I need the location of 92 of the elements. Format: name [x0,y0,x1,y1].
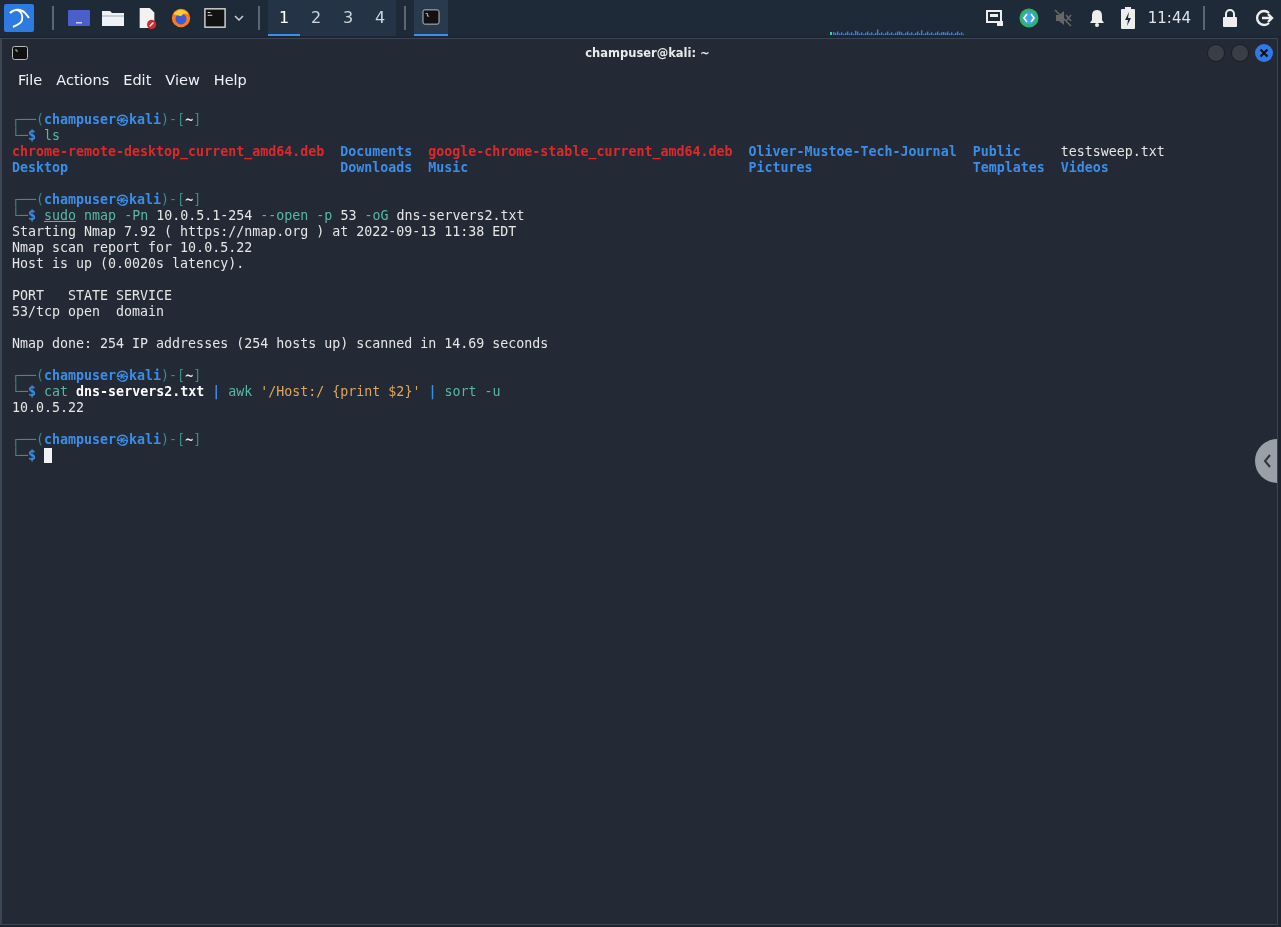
prompt-path: ~ [185,112,194,127]
prompt-frame: ┌──( [12,432,45,447]
terminal-icon [422,9,440,25]
command-option: -p [316,208,333,223]
command-name: cat [44,384,69,399]
prompt-frame: ┌──( [12,112,45,127]
prompt-path: ~ [185,192,194,207]
output-text: 10.0.5.22 [12,400,85,415]
prompt-frame: )-[ [161,192,186,207]
directory-name: Music [428,160,469,176]
menu-item[interactable]: Actions [56,72,110,88]
pipe-symbol: | [212,384,221,399]
command-name: awk [228,384,253,399]
file-name: chrome-remote-desktop_current_amd64.deb [12,144,325,160]
command-name: nmap [84,208,117,223]
prompt-frame: ] [193,368,202,383]
prompt-path: ~ [185,432,194,447]
prompt-frame: )-[ [161,368,186,383]
remote-access-icon[interactable] [1018,8,1039,28]
directory-name: Documents [340,144,413,160]
logout-icon[interactable] [1254,8,1274,28]
output-text: Host is up (0.0020s latency). [12,256,245,271]
prompt-frame: └─ [12,384,28,399]
collapse-handle-icon[interactable] [1255,439,1277,483]
terminal-task-button[interactable] [414,0,448,36]
prompt-frame: └─ [12,208,28,223]
pipe-symbol: | [428,384,437,399]
output-text: Starting Nmap 7.92 ( https://nmap.org ) at 2022-09-13 11:38 EDT [12,224,517,239]
lock-icon[interactable] [1220,8,1240,28]
clock-text[interactable]: 11:44 [1147,9,1191,27]
close-icon[interactable] [1255,43,1273,62]
command-option: -Pn [124,208,149,223]
command-argument: dns-servers2.txt [396,208,525,223]
prompt-path: ~ [185,368,194,383]
web-browser-icon[interactable] [169,7,193,29]
battery-charging-icon[interactable] [1120,7,1135,29]
prompt-user-host: champuser㉿kali [44,112,162,127]
directory-name: Downloads [340,160,413,176]
workspace-button[interactable]: 2 [300,0,332,36]
prompt-frame: )-[ [161,432,186,447]
directory-name: Public [972,144,1022,160]
command-name: ls [44,128,61,143]
workspace-button[interactable]: 3 [332,0,364,36]
directory-name: Desktop [12,160,70,176]
prompt-user-host: champuser㉿kali [44,192,162,207]
kali-logo-icon[interactable] [4,4,34,32]
prompt-symbol: $ [28,448,37,463]
window-title: champuser@kali: ~ [584,45,711,60]
prompt-user-host: champuser㉿kali [44,368,162,383]
prompt-frame: ] [193,112,202,127]
prompt-symbol: $ [28,208,37,223]
command-name: sudo [44,208,77,223]
network-icon[interactable] [984,8,1005,28]
string-literal: '/Host:/ {print $2}' [260,384,421,399]
prompt-frame: )-[ [161,112,186,127]
file-argument: dns-servers2.txt [76,384,205,399]
command-argument: 10.0.5.1-254 [156,208,253,223]
directory-name: Templates [972,160,1045,176]
muted-speaker-icon[interactable] [1052,8,1073,28]
command-option: --open [260,208,309,223]
command-name: sort [444,384,477,399]
file-name: google-chrome-stable_current_amd64.deb [428,144,733,160]
prompt-frame: └─ [12,448,28,463]
caret-icon[interactable] [234,15,244,21]
terminal-icon [12,45,28,60]
terminal-icon[interactable] [203,7,227,29]
menu-item[interactable]: Help [213,72,247,88]
prompt-frame: ┌──( [12,192,45,207]
workspace-button[interactable]: 1 [268,0,300,36]
menu-item[interactable]: File [18,72,43,88]
prompt-frame: ] [193,192,202,207]
directory-name: Videos [1060,160,1110,176]
output-text: Nmap scan report for 10.0.5.22 [12,240,253,255]
prompt-user-host: champuser㉿kali [44,432,162,447]
command-option: -oG [364,208,389,223]
prompt-symbol: $ [28,384,37,399]
prompt-frame: ] [193,432,202,447]
workspace-button[interactable]: 4 [364,0,396,36]
output-text: PORT STATE SERVICE [12,288,173,303]
menu-item[interactable]: Edit [123,72,152,88]
desktop-icon[interactable] [67,7,91,29]
command-option: -u [484,384,501,399]
command-argument: 53 [340,208,357,223]
output-text: Nmap done: 254 IP addresses (254 hosts up) scanned in 14.69 seconds [12,336,549,351]
directory-name: Pictures [748,160,814,176]
prompt-symbol: $ [28,128,37,143]
menu-item[interactable]: View [165,72,200,88]
directory-name: Oliver-Mustoe-Tech-Journal [748,144,957,160]
output-text: 53/tcp open domain [12,304,165,319]
prompt-frame: ┌──( [12,368,45,383]
file-name: testsweep.txt [1060,144,1165,160]
prompt-frame: └─ [12,128,28,143]
